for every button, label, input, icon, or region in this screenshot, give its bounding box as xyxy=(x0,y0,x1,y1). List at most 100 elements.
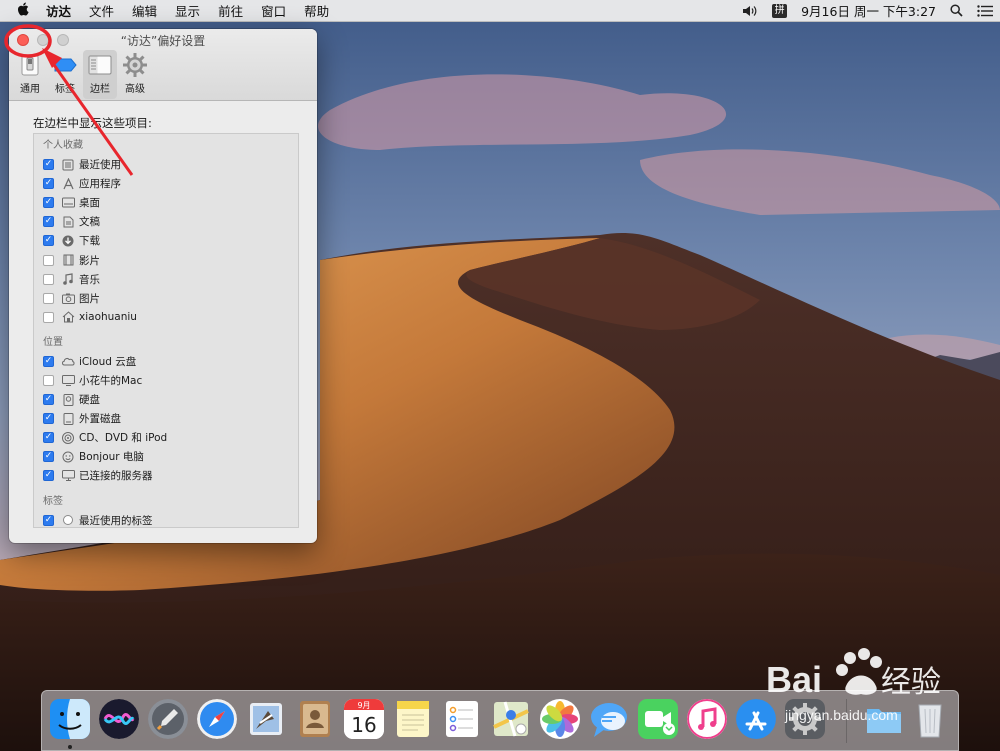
sidebar-option-label: 桌面 xyxy=(79,197,100,210)
siri-icon[interactable] xyxy=(99,699,139,739)
menu-help[interactable]: 帮助 xyxy=(295,1,338,20)
checkbox-checked[interactable]: ✓ xyxy=(43,413,54,425)
sidebar-option-row[interactable]: ✓ iCloud 云盘 xyxy=(43,352,298,371)
maps-icon[interactable] xyxy=(491,699,531,739)
menu-app-name[interactable]: 访达 xyxy=(46,1,80,20)
icloud-icon xyxy=(61,355,75,368)
checkbox-checked[interactable]: ✓ xyxy=(43,235,54,247)
checkbox-checked[interactable]: ✓ xyxy=(43,514,54,526)
finder-preferences-window: “访达”偏好设置 通用 标签 边栏 高级 在边栏中显示这些项目: 个人收藏 ✓ … xyxy=(9,29,317,543)
trash-icon[interactable] xyxy=(910,699,950,739)
tag-circle-icon xyxy=(61,514,75,527)
input-method-indicator[interactable]: 拼 xyxy=(765,3,794,18)
checkbox-checked[interactable]: ✓ xyxy=(43,470,54,482)
contacts-icon[interactable] xyxy=(295,699,335,739)
sidebar-option-row[interactable]: ✓ 最近使用 xyxy=(43,155,298,174)
external-disk-icon xyxy=(61,412,75,425)
checkbox-checked[interactable]: ✓ xyxy=(43,159,54,171)
checkbox-checked[interactable]: ✓ xyxy=(43,355,54,367)
sidebar-option-label: 下载 xyxy=(79,235,100,248)
sidebar-option-label: 最近使用 xyxy=(79,159,121,172)
movies-icon xyxy=(61,254,75,267)
notes-icon[interactable] xyxy=(393,699,433,739)
sidebar-pane: 在边栏中显示这些项目: 个人收藏 ✓ 最近使用 ✓ 应用程序 ✓ 桌面 ✓ 文稿 ✓ 下载 影片 音乐图… xyxy=(9,101,317,528)
checkbox-unchecked[interactable] xyxy=(43,374,54,386)
sidebar-option-label: 影片 xyxy=(79,254,100,267)
apple-menu-icon[interactable] xyxy=(0,2,46,20)
server-icon xyxy=(61,469,75,482)
gear-icon xyxy=(121,52,149,78)
sidebar-section-heading: 标签 xyxy=(43,495,63,507)
sidebar-option-label: xiaohuaniu xyxy=(79,311,137,324)
checkbox-checked[interactable]: ✓ xyxy=(43,432,54,444)
checkbox-unchecked[interactable] xyxy=(43,273,54,285)
itunes-icon[interactable] xyxy=(687,699,727,739)
facetime-icon[interactable] xyxy=(638,699,678,739)
checkbox-unchecked[interactable] xyxy=(43,311,54,323)
finder-icon[interactable] xyxy=(50,699,90,739)
sidebar-section-heading: 个人收藏 xyxy=(43,140,83,151)
window-titlebar[interactable]: “访达”偏好设置 通用 标签 边栏 高级 xyxy=(9,29,317,101)
sidebar-option-row[interactable]: ✓ 下载 xyxy=(43,231,298,250)
sidebar-option-row[interactable]: ✓ 已连接的服务器 xyxy=(43,466,298,485)
home-icon xyxy=(61,311,75,324)
calendar-month: 9月 xyxy=(357,701,370,710)
watermark-url: jingyan.baidu.com xyxy=(785,707,898,723)
sidebar-option-row[interactable]: ✓ 最近使用的标签 xyxy=(43,511,298,530)
messages-icon[interactable] xyxy=(589,699,629,739)
volume-icon[interactable] xyxy=(735,5,765,17)
menu-go[interactable]: 前往 xyxy=(209,1,252,20)
sidebar-option-row[interactable]: ✓ CD、DVD 和 iPod xyxy=(43,428,298,447)
sidebar-option-row[interactable]: ✓ Bonjour 电脑 xyxy=(43,447,298,466)
checkbox-checked[interactable]: ✓ xyxy=(43,216,54,228)
sidebar-option-row[interactable]: ✓ 硬盘 xyxy=(43,390,298,409)
app-store-icon[interactable] xyxy=(736,699,776,739)
spotlight-search-icon[interactable] xyxy=(943,4,970,17)
checkbox-unchecked[interactable] xyxy=(43,292,54,304)
tab-sidebar[interactable]: 边栏 xyxy=(83,50,117,99)
checkbox-checked[interactable]: ✓ xyxy=(43,178,54,190)
notification-center-icon[interactable] xyxy=(970,4,1000,17)
mail-icon[interactable] xyxy=(246,699,286,739)
documents-icon xyxy=(61,215,75,228)
tab-general-label: 通用 xyxy=(20,84,40,95)
checkbox-checked[interactable]: ✓ xyxy=(43,394,54,406)
sidebar-option-row[interactable]: xiaohuaniu xyxy=(43,308,298,327)
checkbox-checked[interactable]: ✓ xyxy=(43,197,54,209)
sidebar-option-label: 最近使用的标签 xyxy=(79,514,153,527)
sidebar-option-row[interactable]: 影片 xyxy=(43,250,298,269)
menu-view[interactable]: 显示 xyxy=(166,1,209,20)
pane-heading: 在边栏中显示这些项目: xyxy=(33,116,152,130)
launchpad-icon[interactable] xyxy=(148,699,188,739)
sidebar-items-list: 个人收藏 ✓ 最近使用 ✓ 应用程序 ✓ 桌面 ✓ 文稿 ✓ 下载 影片 音乐 图片 xiaohuaniu 位… xyxy=(33,133,299,528)
reminders-icon[interactable] xyxy=(442,699,482,739)
sidebar-option-row[interactable]: ✓ 应用程序 xyxy=(43,174,298,193)
sidebar-option-row[interactable]: 音乐 xyxy=(43,270,298,289)
menu-edit[interactable]: 编辑 xyxy=(123,1,166,20)
tab-general[interactable]: 通用 xyxy=(13,50,47,99)
sidebar-option-row[interactable]: ✓ 文稿 xyxy=(43,212,298,231)
tab-tags[interactable]: 标签 xyxy=(48,50,82,99)
safari-icon[interactable] xyxy=(197,699,237,739)
window-title: “访达”偏好设置 xyxy=(120,34,206,48)
sidebar-option-row[interactable]: 小花牛的Mac xyxy=(43,371,298,390)
status-area: 拼 9月16日 周一 下午3:27 xyxy=(735,0,1000,22)
checkbox-unchecked[interactable] xyxy=(43,254,54,266)
general-switch-icon xyxy=(16,52,44,78)
sidebar-option-row[interactable]: ✓ 外置磁盘 xyxy=(43,409,298,428)
photos-icon[interactable] xyxy=(540,699,580,739)
sidebar-option-label: CD、DVD 和 iPod xyxy=(79,432,168,445)
tab-advanced[interactable]: 高级 xyxy=(118,50,152,99)
sidebar-option-row[interactable]: 图片 xyxy=(43,289,298,308)
clock[interactable]: 9月16日 周一 下午3:27 xyxy=(794,1,943,20)
computer-icon xyxy=(61,374,75,387)
checkbox-checked[interactable]: ✓ xyxy=(43,451,54,463)
menu-window[interactable]: 窗口 xyxy=(252,1,295,20)
calendar-icon[interactable]: 9月 16 xyxy=(344,699,384,739)
sidebar-option-row[interactable]: ✓ 桌面 xyxy=(43,193,298,212)
downloads-icon xyxy=(61,234,75,247)
menu-file[interactable]: 文件 xyxy=(80,1,123,20)
running-indicator xyxy=(68,745,72,749)
sidebar-icon xyxy=(86,52,114,78)
music-icon xyxy=(61,273,75,286)
